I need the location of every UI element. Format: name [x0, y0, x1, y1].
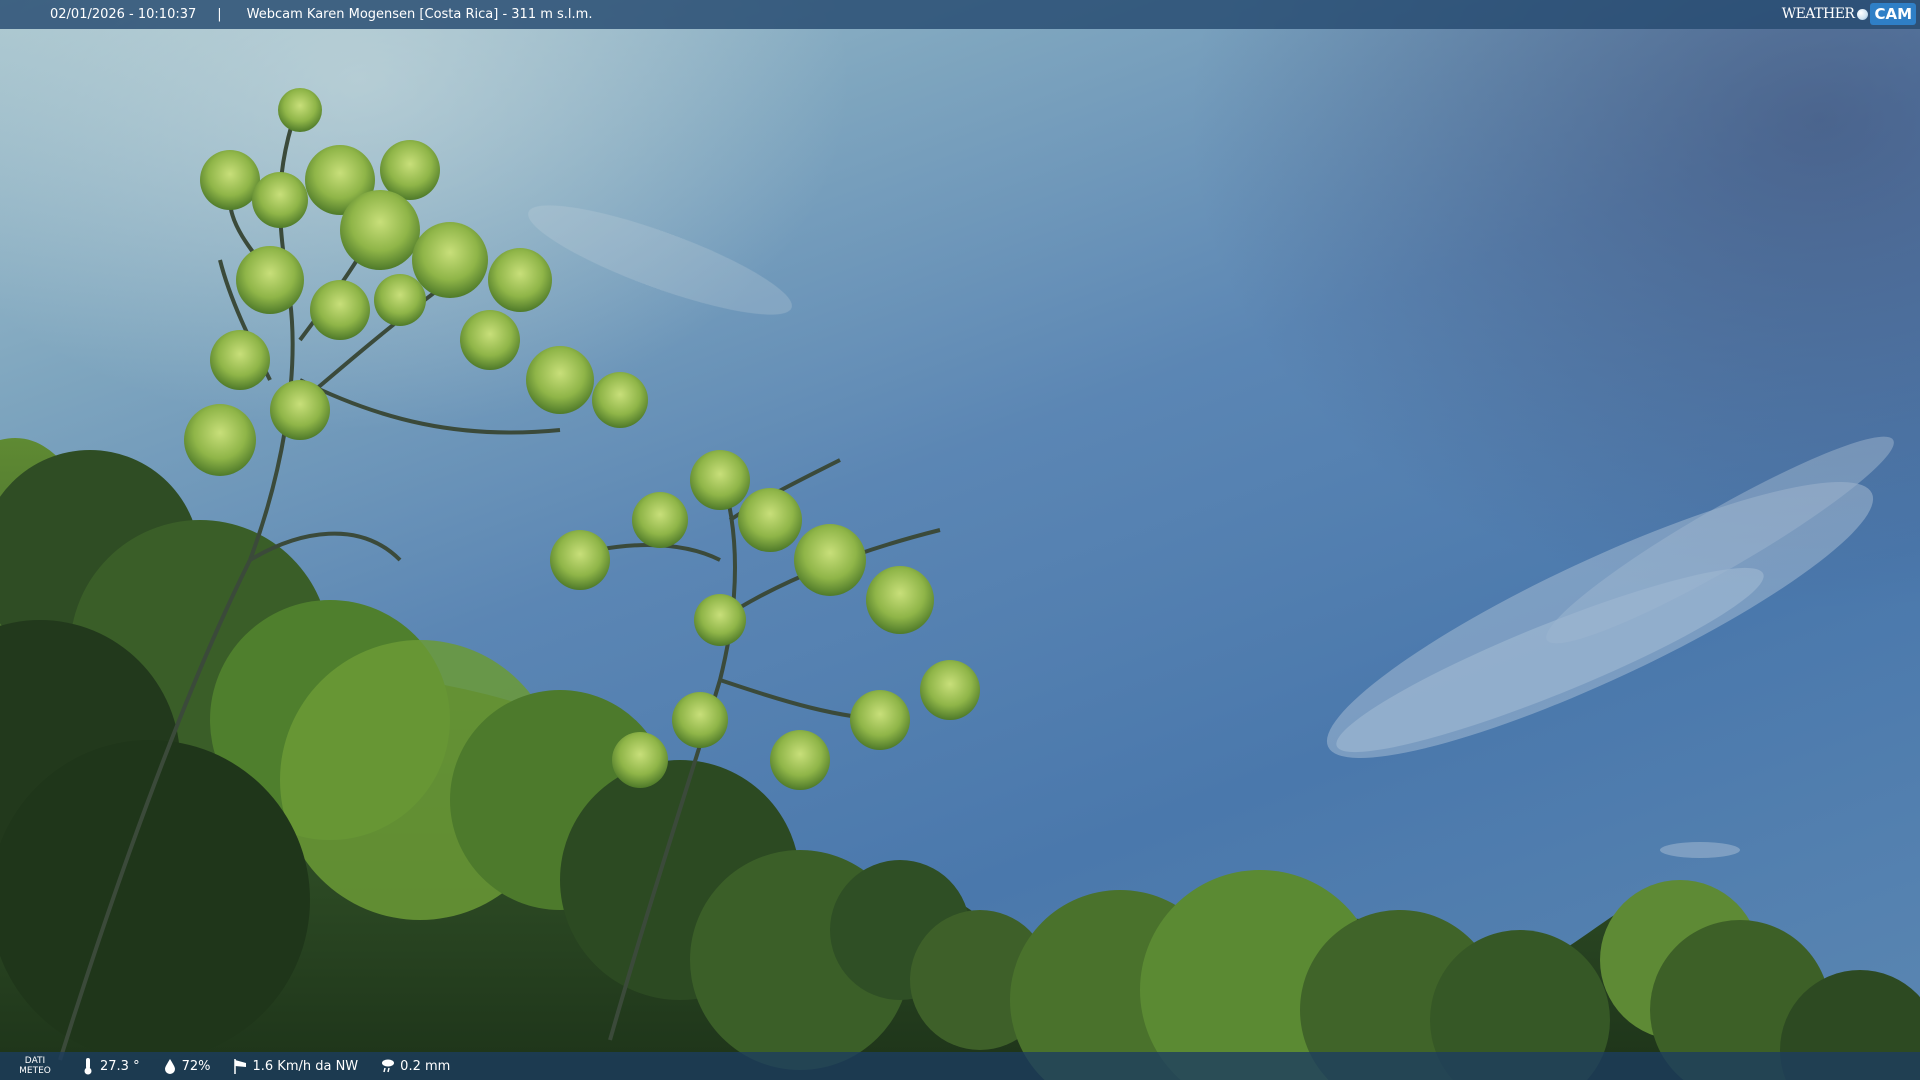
weather-label-line1: DATI — [24, 1056, 46, 1066]
rain-reading: 0.2 mm — [380, 1057, 450, 1075]
weathercam-logo: WEATHER CAM — [1782, 3, 1916, 25]
info-header-bar: 02/01/2026 - 10:10:37 | Webcam Karen Mog… — [0, 0, 1920, 29]
capture-datetime: 02/01/2026 - 10:10:37 — [50, 7, 197, 22]
humidity-reading: 72% — [162, 1057, 211, 1075]
temperature-value: 27.3 ° — [100, 1058, 140, 1074]
wind-value: 1.6 Km/h da NW — [252, 1058, 359, 1074]
rain-cloud-icon — [382, 1059, 395, 1073]
webcam-frame: 02/01/2026 - 10:10:37 | Webcam Karen Mog… — [0, 0, 1920, 1080]
thermometer-icon — [84, 1058, 92, 1075]
clouds — [528, 205, 1894, 858]
tall-tree-left-leaves — [184, 88, 648, 476]
temperature-reading: 27.3 ° — [80, 1057, 140, 1075]
logo-weather-text: WEATHER — [1781, 6, 1855, 22]
weather-data-bar: DATI METEO 27.3 ° 72% 1.6 Km/h da NW 0.2… — [0, 1052, 1920, 1080]
wind-reading: 1.6 Km/h da NW — [232, 1057, 358, 1075]
header-separator: | — [217, 7, 222, 22]
logo-globe-icon — [1857, 8, 1869, 20]
humidity-value: 72% — [181, 1058, 211, 1074]
humidity-drop-icon — [164, 1059, 175, 1074]
weather-label-line2: METEO — [19, 1066, 51, 1076]
landscape-scene — [0, 88, 1920, 1080]
windsock-icon — [234, 1059, 247, 1074]
forest-canopy — [0, 438, 1920, 1080]
rain-value: 0.2 mm — [400, 1058, 451, 1074]
logo-cam-text: CAM — [1870, 3, 1916, 25]
weather-data-label: DATI METEO — [12, 1056, 58, 1076]
webcam-title: Webcam Karen Mogensen [Costa Rica] - 311… — [246, 7, 593, 22]
